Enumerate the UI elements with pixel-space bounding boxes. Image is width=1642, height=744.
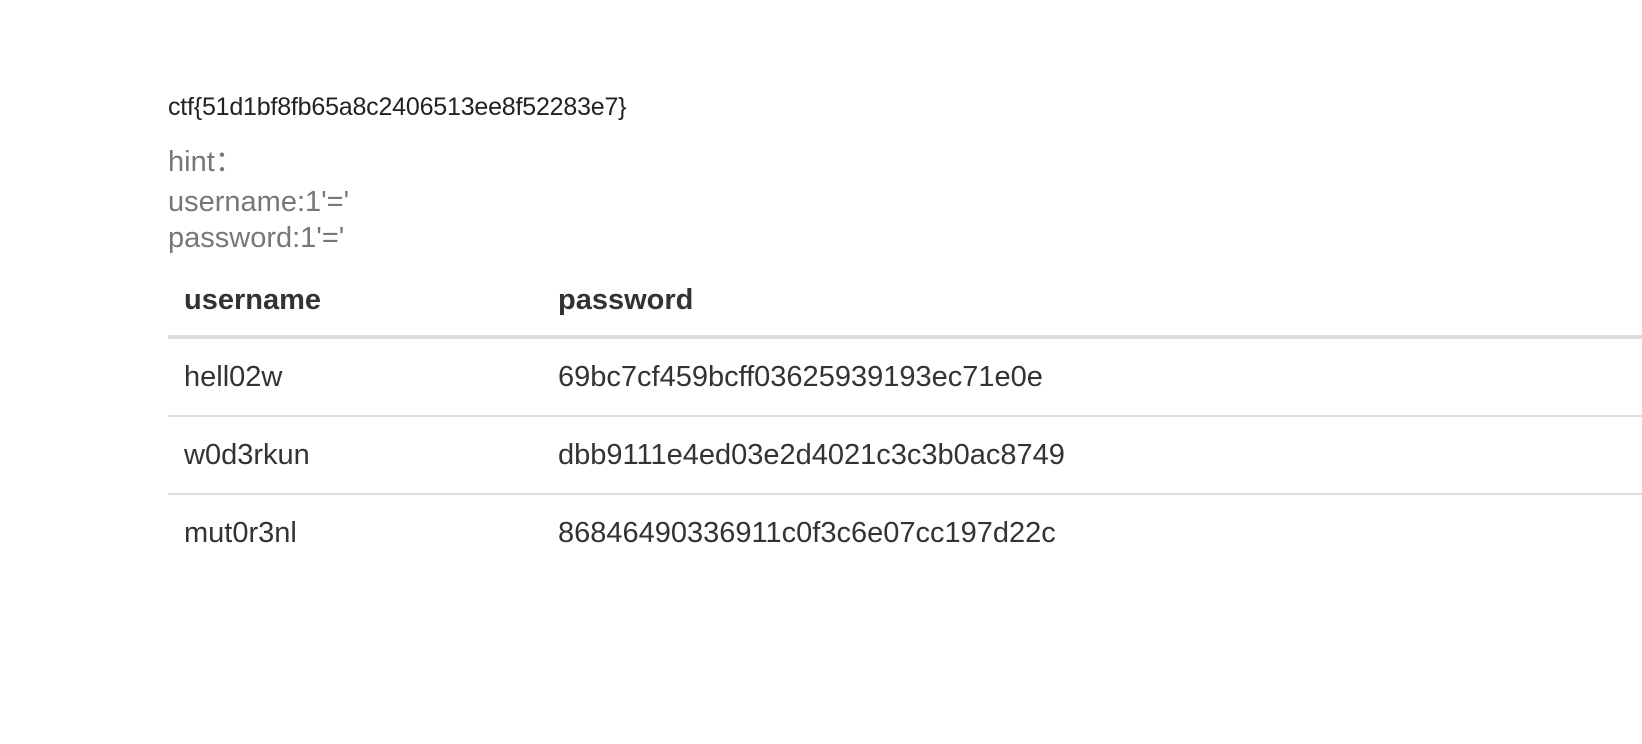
cell-password: 86846490336911c0f3c6e07cc197d22c bbox=[558, 516, 1056, 549]
table-row: w0d3rkun dbb9111e4ed03e2d4021c3c3b0ac874… bbox=[168, 416, 1642, 495]
cell-password: dbb9111e4ed03e2d4021c3c3b0ac8749 bbox=[542, 416, 1642, 495]
table-header-row: username password bbox=[168, 284, 1642, 339]
cell-username: hell02w bbox=[168, 337, 542, 417]
cell-password: 69bc7cf459bcff03625939193ec71e0e bbox=[542, 337, 1642, 417]
flag-text: ctf{51d1bf8fb65a8c2406513ee8f52283e7} bbox=[168, 93, 627, 121]
table-row: hell02w 69bc7cf459bcff03625939193ec71e0e bbox=[168, 337, 1642, 417]
cell-username: mut0r3nl bbox=[184, 516, 297, 549]
header-password: password bbox=[542, 284, 1642, 339]
table-row: mut0r3nl 86846490336911c0f3c6e07cc197d22… bbox=[168, 494, 1642, 571]
page-content: ctf{51d1bf8fb65a8c2406513ee8f52283e7} hi… bbox=[168, 92, 1642, 571]
header-username: username bbox=[168, 284, 542, 339]
hint-title: hint： bbox=[168, 146, 244, 178]
hint-username: username:1'=' bbox=[168, 186, 350, 218]
users-table: username password hell02w 69bc7cf459bcff… bbox=[168, 284, 1642, 571]
hint-password: password:1'=' bbox=[168, 222, 345, 254]
hint-block: hint： username:1'=' password:1'=' bbox=[168, 144, 1642, 256]
cell-username: w0d3rkun bbox=[168, 416, 542, 495]
